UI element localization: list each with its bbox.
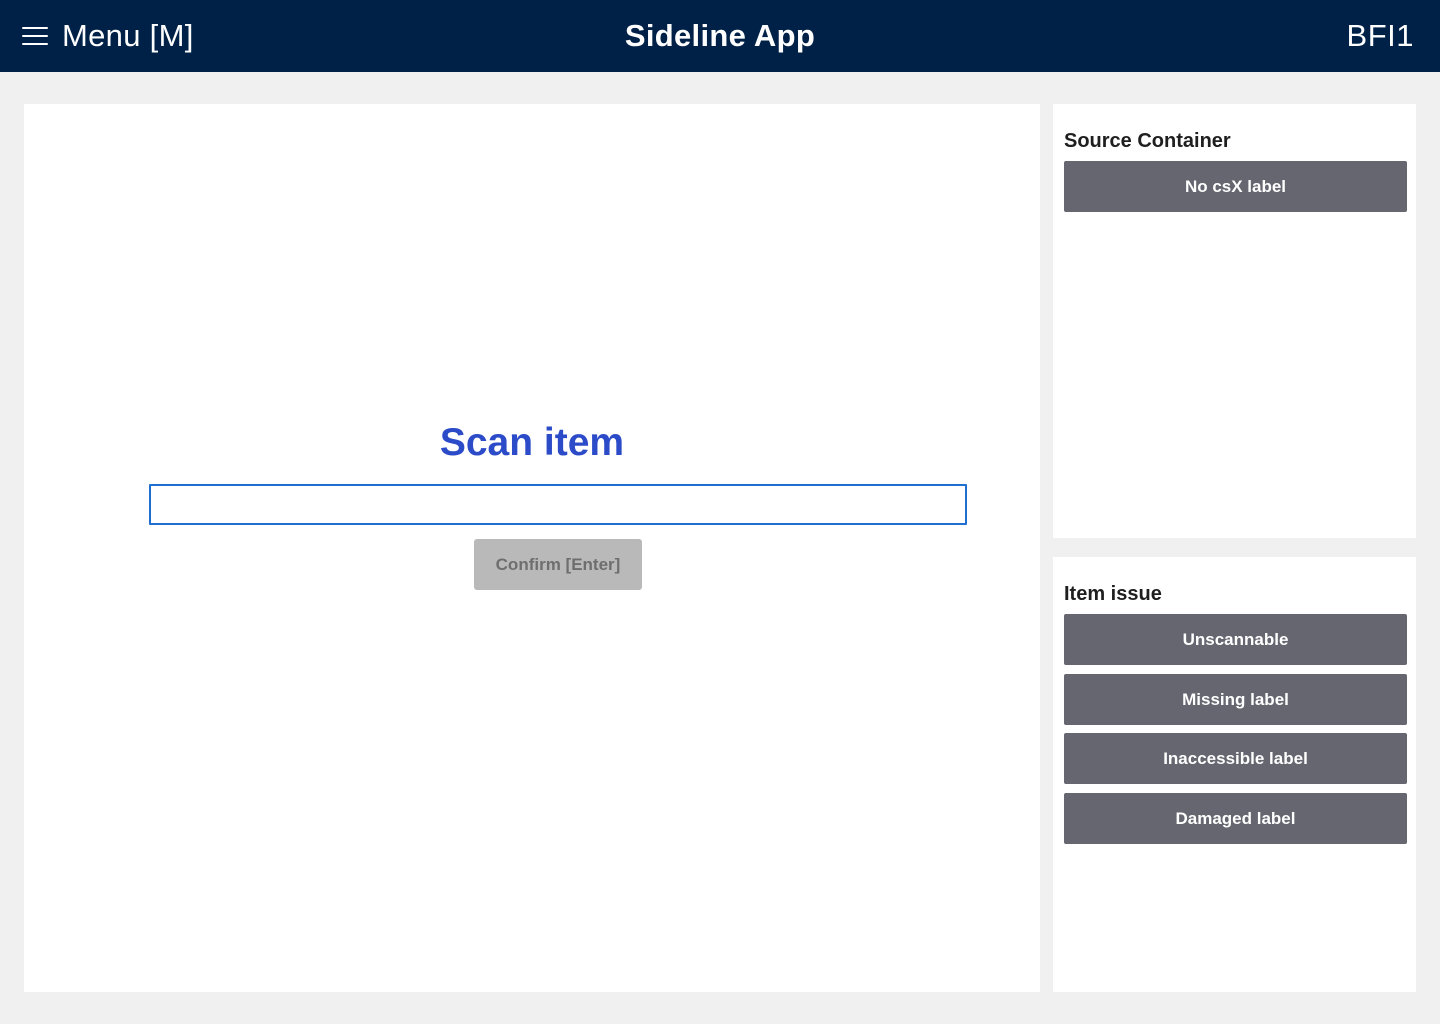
- app-title: Sideline App: [624, 18, 816, 53]
- hamburger-icon: [22, 26, 48, 46]
- missing-label-button[interactable]: Missing label: [1064, 674, 1407, 725]
- confirm-button[interactable]: Confirm [Enter]: [474, 539, 642, 590]
- top-app-bar: Menu [M] Sideline App BFI1: [0, 0, 1440, 72]
- item-issue-panel: Item issue Unscannable Missing label Ina…: [1053, 557, 1416, 992]
- scan-heading-regular: Scan: [439, 421, 544, 464]
- scan-item-heading: Scan item: [24, 418, 1040, 468]
- site-code: BFI1: [1346, 18, 1414, 53]
- source-container-heading: Source Container: [1064, 130, 1231, 152]
- no-csx-label-button[interactable]: No csX label: [1064, 161, 1407, 212]
- unscannable-button[interactable]: Unscannable: [1064, 614, 1407, 665]
- scan-item-input[interactable]: [149, 484, 967, 525]
- damaged-label-button[interactable]: Damaged label: [1064, 793, 1407, 844]
- scan-heading-bold: item: [543, 421, 625, 464]
- inaccessible-label-button[interactable]: Inaccessible label: [1064, 733, 1407, 784]
- menu-label: Menu [M]: [62, 18, 194, 53]
- scan-panel: Scan item Confirm [Enter]: [24, 104, 1040, 992]
- item-issue-heading: Item issue: [1064, 583, 1162, 605]
- menu-button[interactable]: Menu [M]: [22, 14, 194, 58]
- source-container-panel: Source Container No csX label: [1053, 104, 1416, 538]
